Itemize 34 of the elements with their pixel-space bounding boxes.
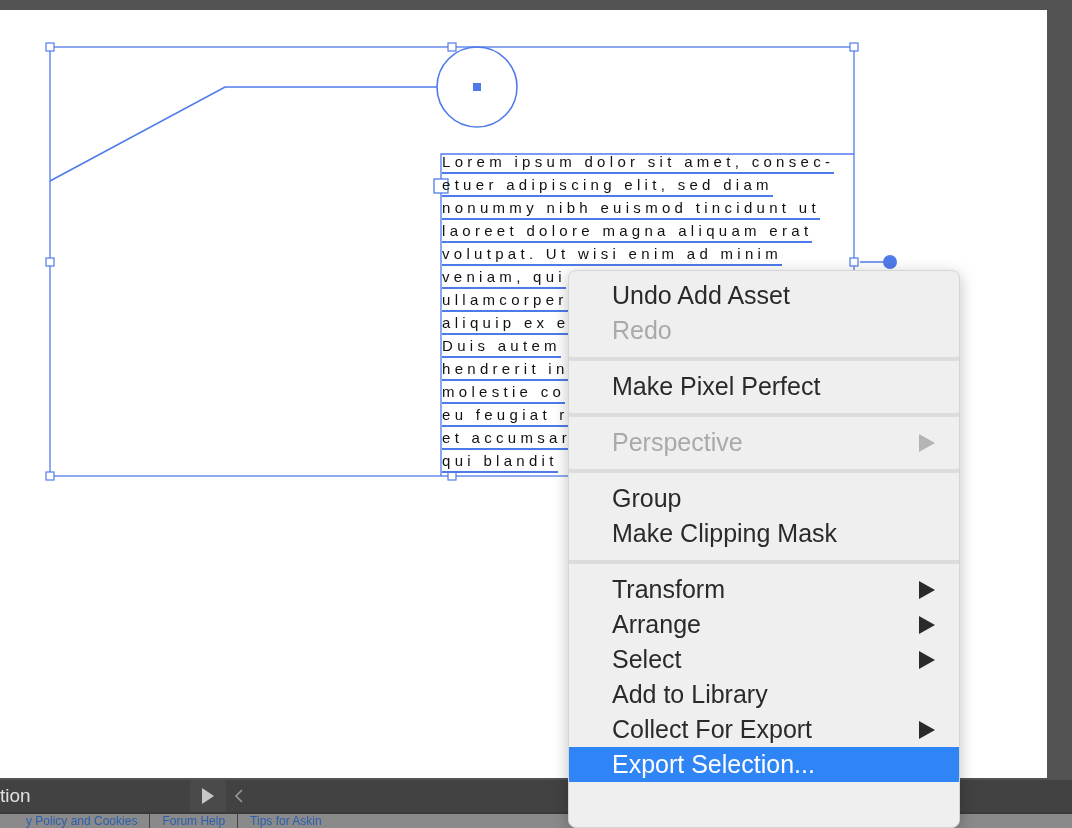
play-icon	[201, 787, 215, 805]
status-label: tion	[0, 785, 32, 807]
text-line: veniam, qui	[442, 266, 566, 289]
resize-handle[interactable]	[849, 42, 859, 52]
menu-item[interactable]: Add to Library	[569, 677, 959, 712]
chevron-left-icon[interactable]	[234, 788, 244, 804]
resize-handle[interactable]	[447, 42, 457, 52]
menu-item[interactable]: Transform	[569, 572, 959, 607]
resize-handle[interactable]	[45, 257, 55, 267]
resize-handle[interactable]	[45, 42, 55, 52]
text-line: laoreet dolore magna aliquam erat	[442, 220, 813, 243]
menu-item[interactable]: Undo Add Asset	[569, 278, 959, 313]
rotate-handle[interactable]	[859, 255, 897, 269]
resize-handle[interactable]	[45, 471, 55, 481]
menu-item[interactable]: Group	[569, 481, 959, 516]
menu-item[interactable]: Make Pixel Perfect	[569, 369, 959, 404]
text-line: Duis autem	[442, 335, 561, 358]
resize-handle[interactable]	[447, 471, 457, 481]
menu-item[interactable]: Select	[569, 642, 959, 677]
text-line: nonummy nibh euismod tincidunt ut	[442, 197, 820, 220]
text-line: Lorem ipsum dolor sit amet, consec-	[442, 151, 835, 174]
menu-item[interactable]: Make Clipping Mask	[569, 516, 959, 551]
text-line: etuer adipiscing elit, sed diam	[442, 174, 773, 197]
text-line: molestie co	[442, 381, 566, 404]
menu-item[interactable]: Export Selection...	[569, 747, 959, 782]
text-line: qui blandit	[442, 450, 558, 473]
text-line: ullamcorper	[442, 289, 568, 312]
play-button[interactable]	[190, 780, 226, 812]
circle-shape[interactable]	[436, 46, 518, 128]
menu-item[interactable]: Arrange	[569, 607, 959, 642]
text-frame-border[interactable]	[440, 153, 855, 477]
menu-item[interactable]: Collect For Export	[569, 712, 959, 747]
text-line: volutpat. Ut wisi enim ad minim	[442, 243, 783, 266]
resize-handle[interactable]	[849, 257, 859, 267]
